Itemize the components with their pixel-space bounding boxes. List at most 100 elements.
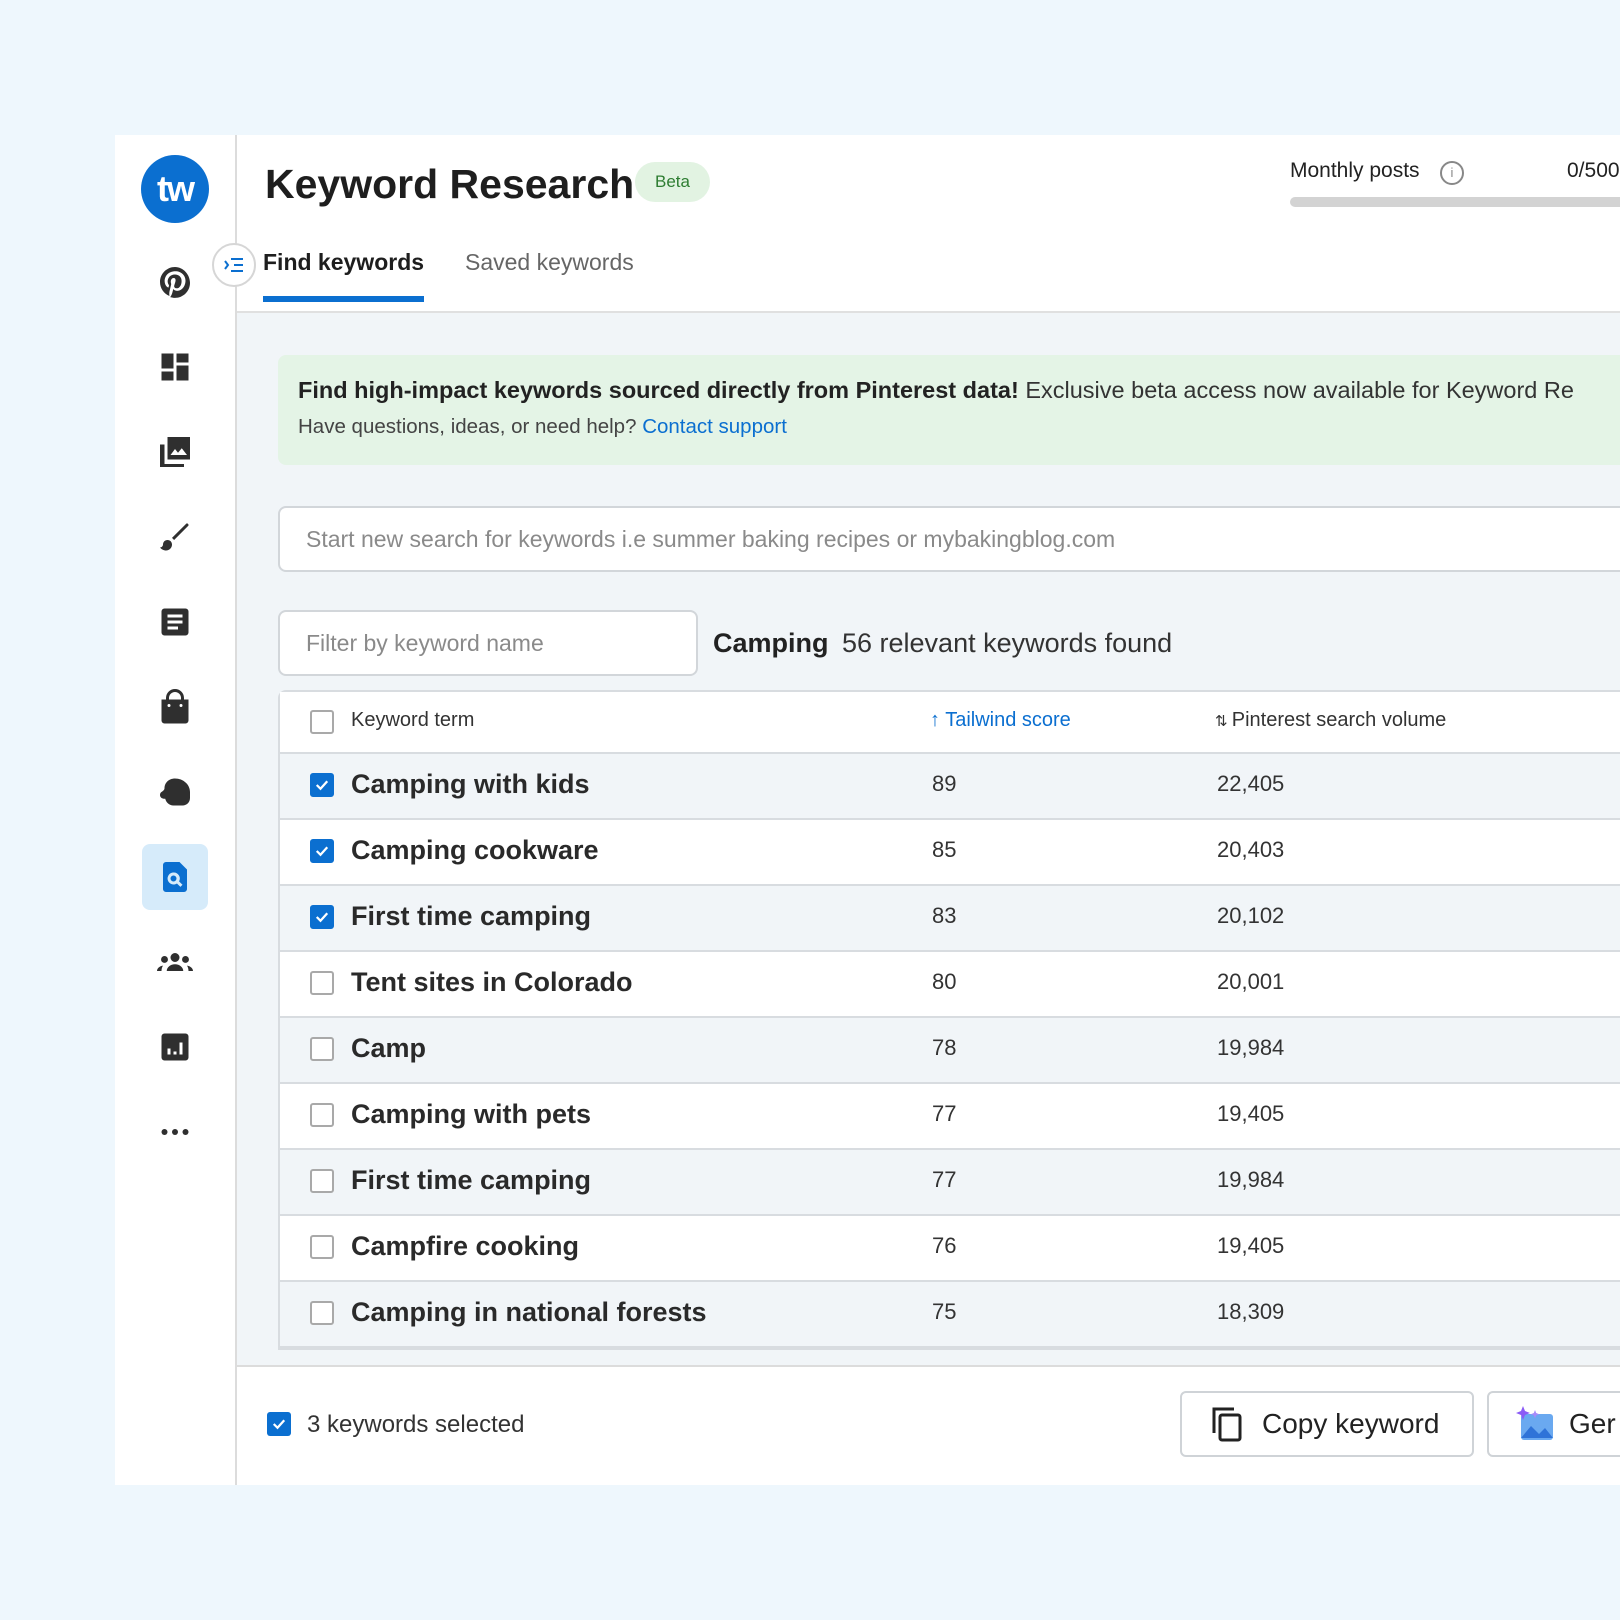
- banner-help-text: Have questions, ideas, or need help?: [298, 415, 643, 438]
- search-volume: 19,405: [1217, 1233, 1285, 1258]
- row-checkbox[interactable]: [310, 1037, 334, 1061]
- tailwind-score: 77: [932, 1101, 957, 1126]
- sidebar-item-keyword-research[interactable]: [142, 844, 208, 910]
- search-volume: 19,405: [1217, 1101, 1285, 1126]
- search-volume: 20,102: [1217, 903, 1285, 928]
- ai-image-icon: [1516, 1406, 1553, 1440]
- sidebar-item-posts[interactable]: [142, 589, 208, 655]
- banner-help: Have questions, ideas, or need help? Con…: [298, 415, 787, 439]
- table-row[interactable]: Camping in national forests 75 18,309: [280, 1282, 1620, 1348]
- contact-support-link[interactable]: Contact support: [642, 415, 787, 438]
- community-icon: [160, 778, 190, 806]
- keyword-term: Camping cookware: [351, 835, 599, 865]
- keyword-term: Campfire cooking: [351, 1231, 580, 1261]
- document-icon: [161, 608, 189, 636]
- search-volume: 19,984: [1217, 1035, 1285, 1060]
- table-row[interactable]: Tent sites in Colorado 80 20,001: [280, 952, 1620, 1018]
- checkmark-icon: [315, 912, 329, 923]
- checkmark-icon: [315, 846, 329, 857]
- tailwind-score: 78: [932, 1035, 957, 1060]
- table-row[interactable]: Camping cookware 85 20,403: [280, 820, 1620, 886]
- main-content: Find high-impact keywords sourced direct…: [237, 313, 1620, 1365]
- column-header-volume[interactable]: ⇅ Pinterest search volume: [1215, 709, 1446, 732]
- table-row[interactable]: Camping with kids 89 22,405: [280, 754, 1620, 820]
- selection-checkbox[interactable]: [267, 1412, 291, 1436]
- results-count: 56 relevant keywords found: [842, 628, 1173, 658]
- copy-keyword-label: Copy keyword: [1262, 1408, 1440, 1439]
- keyword-term: First time camping: [351, 901, 592, 931]
- search-volume: 20,001: [1217, 969, 1285, 994]
- tailwind-score: 77: [932, 1167, 957, 1192]
- pinterest-icon: [160, 267, 190, 298]
- copy-keyword-button[interactable]: Copy keyword: [1180, 1391, 1474, 1457]
- table-header: Keyword term ↑ Tailwind score ⇅ Pinteres…: [280, 692, 1620, 754]
- row-checkbox[interactable]: [310, 1235, 334, 1259]
- sidebar-item-team[interactable]: [142, 929, 208, 995]
- search-query: Camping: [713, 628, 829, 658]
- search-volume: 20,403: [1217, 837, 1285, 862]
- sort-icon: ⇅: [1215, 713, 1232, 730]
- info-icon[interactable]: i: [1440, 161, 1464, 185]
- table-row[interactable]: First time camping 83 20,102: [280, 886, 1620, 952]
- tailwind-score: 85: [932, 837, 957, 862]
- sidebar: tw: [115, 135, 237, 1485]
- row-checkbox[interactable]: [310, 1169, 334, 1193]
- logo-text: tw: [157, 168, 195, 209]
- row-checkbox[interactable]: [310, 1301, 334, 1325]
- selected-count: 3 keywords selected: [307, 1411, 525, 1438]
- page-title: Keyword Research: [265, 161, 635, 207]
- keyword-search-input[interactable]: [278, 506, 1620, 572]
- tab-saved-keywords[interactable]: Saved keywords: [465, 249, 634, 296]
- tailwind-logo[interactable]: tw: [141, 155, 209, 223]
- sidebar-item-insights[interactable]: [142, 1014, 208, 1080]
- sort-ascending-icon: ↑: [930, 709, 946, 731]
- banner-message: Find high-impact keywords sourced direct…: [298, 377, 1574, 404]
- beta-info-banner: Find high-impact keywords sourced direct…: [278, 355, 1620, 465]
- sidebar-item-communities[interactable]: [142, 759, 208, 825]
- row-checkbox[interactable]: [310, 971, 334, 995]
- sidebar-item-gallery[interactable]: [142, 419, 208, 485]
- brush-icon: [160, 523, 189, 551]
- row-checkbox[interactable]: [310, 839, 334, 863]
- tailwind-score: 80: [932, 969, 957, 994]
- row-checkbox[interactable]: [310, 773, 334, 797]
- sidebar-toggle-button[interactable]: [212, 243, 256, 287]
- column-header-score[interactable]: ↑ Tailwind score: [930, 709, 1071, 732]
- table-row[interactable]: Camp 78 19,984: [280, 1018, 1620, 1084]
- keywords-table: Keyword term ↑ Tailwind score ⇅ Pinteres…: [278, 690, 1620, 1350]
- selection-footer: 3 keywords selected Copy keyword Ger: [237, 1365, 1620, 1485]
- more-icon: [161, 1129, 189, 1135]
- monthly-posts-count: 0/500: [1567, 159, 1620, 182]
- tab-bar: Find keywords Saved keywords: [237, 227, 1620, 313]
- row-checkbox[interactable]: [310, 1103, 334, 1127]
- sidebar-item-design[interactable]: [142, 504, 208, 570]
- table-row[interactable]: Campfire cooking 76 19,405: [280, 1216, 1620, 1282]
- keyword-term: Camping with kids: [351, 769, 590, 799]
- table-row[interactable]: First time camping 77 19,984: [280, 1150, 1620, 1216]
- checkmark-icon: [315, 780, 329, 791]
- analytics-icon: [161, 1033, 189, 1061]
- keyword-term: Tent sites in Colorado: [351, 967, 633, 997]
- row-checkbox[interactable]: [310, 905, 334, 929]
- select-all-checkbox[interactable]: [310, 710, 334, 734]
- shopping-bag-icon: [161, 689, 189, 724]
- sidebar-item-more[interactable]: [142, 1099, 208, 1165]
- page-header: Keyword Research Beta Monthly posts i 0/…: [237, 135, 1620, 229]
- tailwind-score: 75: [932, 1299, 957, 1324]
- keyword-filter-input[interactable]: [278, 610, 698, 676]
- tab-find-keywords[interactable]: Find keywords: [263, 249, 425, 302]
- sidebar-item-dashboard[interactable]: [142, 334, 208, 400]
- keyword-search-icon: [163, 862, 187, 892]
- keyword-term: Camping in national forests: [351, 1297, 707, 1327]
- column-header-term[interactable]: Keyword term: [351, 709, 474, 732]
- search-volume: 19,984: [1217, 1167, 1285, 1192]
- sidebar-item-pinterest[interactable]: [142, 249, 208, 315]
- generate-label: Ger: [1569, 1408, 1616, 1439]
- dashboard-icon: [161, 353, 189, 381]
- gallery-icon: [160, 437, 190, 467]
- generate-button[interactable]: Ger: [1487, 1391, 1620, 1457]
- table-row[interactable]: Camping with pets 77 19,405: [280, 1084, 1620, 1150]
- search-volume: 22,405: [1217, 771, 1285, 796]
- banner-headline: Find high-impact keywords sourced direct…: [298, 377, 1019, 403]
- sidebar-item-shop[interactable]: [142, 674, 208, 740]
